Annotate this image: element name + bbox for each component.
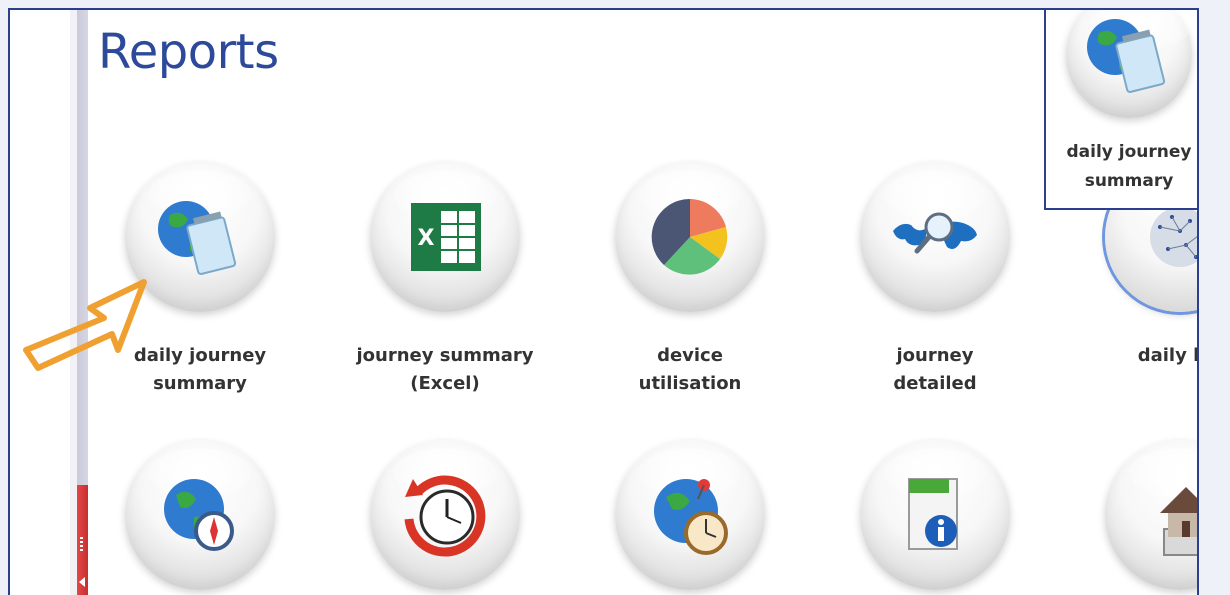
reports-panel: Reports daily journey summary X journey … xyxy=(8,8,1199,595)
globe-compass-icon[interactable] xyxy=(125,440,275,590)
tooltip-label: daily journey summary xyxy=(1066,142,1192,191)
clock-refresh-icon[interactable] xyxy=(370,440,520,590)
globe-notepad-icon xyxy=(1066,10,1192,118)
report-preview-tooltip: daily journey summary xyxy=(1044,10,1197,210)
report-tile-globe-pin-clock[interactable] xyxy=(590,440,790,590)
world-map-magnifier-icon[interactable] xyxy=(860,162,1010,312)
report-tile-device-utilisation[interactable]: device utilisation xyxy=(590,162,790,398)
report-tile-house-calculator[interactable] xyxy=(1080,440,1197,590)
pie-chart-icon[interactable] xyxy=(615,162,765,312)
grip-icon xyxy=(80,537,83,553)
report-tile-document-info[interactable] xyxy=(835,440,1035,590)
document-info-icon[interactable] xyxy=(860,440,1010,590)
pointer-arrow-icon xyxy=(23,279,147,371)
report-tile-clock-refresh[interactable] xyxy=(345,440,545,590)
report-tile-globe-compass[interactable] xyxy=(100,440,300,590)
report-tile-label: daily loc xyxy=(1137,345,1199,366)
svg-text:X: X xyxy=(418,226,435,251)
report-tile-journey-summary-excel[interactable]: X journey summary (Excel) xyxy=(345,162,545,398)
report-tile-label: journey detailed xyxy=(893,345,977,394)
report-tile-label: journey summary (Excel) xyxy=(356,345,534,394)
globe-pin-clock-icon[interactable] xyxy=(615,440,765,590)
report-tile-label: device utilisation xyxy=(638,345,742,394)
report-tile-journey-detailed[interactable]: journey detailed xyxy=(835,162,1035,398)
page-title: Reports xyxy=(98,24,279,80)
excel-icon[interactable]: X xyxy=(370,162,520,312)
arrow-left-icon[interactable] xyxy=(79,577,85,587)
house-calculator-icon[interactable] xyxy=(1105,440,1197,590)
